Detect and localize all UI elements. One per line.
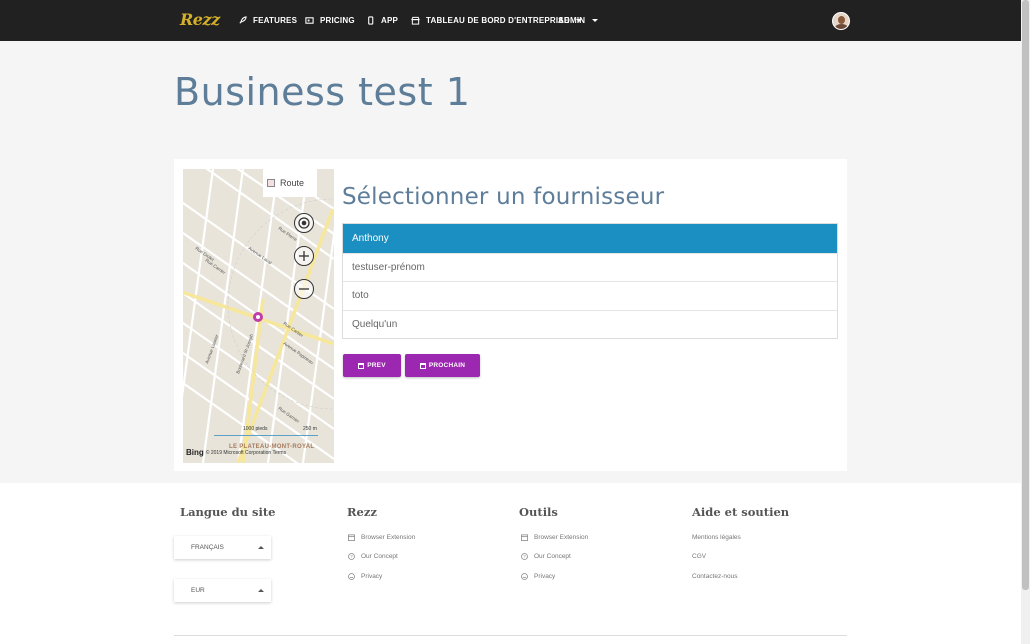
- footer-link-browser-extension[interactable]: Browser Extension: [521, 534, 588, 541]
- map-view[interactable]: Rue Drolet Rue Carrier Avenue Laval Rue …: [183, 169, 334, 463]
- nav-pricing-label: PRICING: [320, 16, 355, 25]
- caret-up-icon: [258, 589, 264, 592]
- tag-icon: [305, 16, 314, 25]
- footer-link-privacy[interactable]: Privacy: [348, 573, 382, 580]
- help-circle-icon: ?: [521, 553, 528, 560]
- supplier-option[interactable]: testuser-prénom: [343, 252, 837, 281]
- supplier-option[interactable]: toto: [343, 281, 837, 310]
- chevron-down-icon: [592, 19, 599, 22]
- nav-features-label: FEATURES: [253, 16, 298, 25]
- mobile-icon: [366, 16, 375, 25]
- footer-link-mentions-legales[interactable]: Mentions légales: [692, 534, 741, 541]
- map-scale-bar: [214, 435, 318, 436]
- smile-icon: [521, 573, 528, 580]
- footer-link-label: Privacy: [361, 573, 383, 580]
- nav-admin-label: ADMIN: [558, 16, 586, 25]
- map-streets: Rue Drolet Rue Carrier Avenue Laval Rue …: [183, 169, 334, 463]
- nav-features[interactable]: FEATURES: [238, 0, 297, 41]
- currency-select[interactable]: EUR: [174, 579, 271, 602]
- footer-heading-aide: Aide et soutien: [692, 505, 790, 519]
- supplier-list: Anthony testuser-prénom toto Quelqu'un: [342, 223, 838, 339]
- caret-up-icon: [258, 546, 264, 549]
- top-navbar: Rezz FEATURES PRICING APP TABLEAU DE BOR…: [0, 0, 1021, 41]
- footer-heading-outils: Outils: [519, 505, 558, 519]
- minus-icon: [299, 288, 309, 290]
- smile-icon: [348, 573, 355, 580]
- map-scale-meters: 250 m: [303, 426, 317, 432]
- footer-divider: [174, 635, 847, 636]
- bing-logo: Bing: [186, 448, 204, 457]
- store-icon: [411, 16, 420, 25]
- footer-heading-rezz: Rezz: [347, 505, 377, 519]
- nav-business-dashboard[interactable]: TABLEAU DE BORD D'ENTREPRISE: [411, 0, 583, 41]
- calendar-icon: [348, 534, 355, 541]
- next-button-label: PROCHAIN: [428, 362, 466, 369]
- rocket-icon: [238, 16, 247, 25]
- footer-link-privacy[interactable]: Privacy: [521, 573, 555, 580]
- calendar-icon: [419, 362, 426, 369]
- footer-link-our-concept[interactable]: ? Our Concept: [521, 553, 571, 560]
- calendar-icon: [358, 362, 365, 369]
- help-circle-icon: ?: [348, 553, 355, 560]
- nav-pricing[interactable]: PRICING: [305, 0, 355, 41]
- map-route-label: Route: [280, 178, 305, 188]
- map-route-toggle[interactable]: Route: [263, 169, 317, 197]
- target-icon: [298, 217, 310, 229]
- footer-link-label: Browser Extension: [361, 534, 416, 541]
- supplier-select-title: Sélectionner un fournisseur: [342, 184, 665, 210]
- footer-link-browser-extension[interactable]: Browser Extension: [348, 534, 415, 541]
- plus-icon: [299, 251, 309, 261]
- footer-link-label: Our Concept: [534, 553, 571, 560]
- footer-link-label: Browser Extension: [534, 534, 589, 541]
- page-scrollbar[interactable]: [1021, 0, 1030, 644]
- route-icon: [267, 179, 275, 187]
- supplier-option[interactable]: Anthony: [343, 224, 837, 253]
- zoom-out-button[interactable]: [294, 279, 314, 299]
- footer-link-label: Privacy: [534, 573, 556, 580]
- rezz-logo[interactable]: Rezz: [180, 10, 220, 29]
- nav-app[interactable]: APP: [366, 0, 398, 41]
- page-title: Business test 1: [174, 70, 471, 114]
- locate-me-button[interactable]: [294, 213, 314, 233]
- nav-admin[interactable]: ADMIN: [558, 0, 599, 41]
- prev-button-label: PREV: [367, 362, 386, 369]
- footer-heading-language: Langue du site: [180, 505, 276, 519]
- nav-app-label: APP: [381, 16, 399, 25]
- svg-text:?: ?: [350, 554, 353, 559]
- nav-business-dashboard-label: TABLEAU DE BORD D'ENTREPRISE: [426, 16, 570, 25]
- footer-link-our-concept[interactable]: ? Our Concept: [348, 553, 398, 560]
- zoom-in-button[interactable]: [294, 246, 314, 266]
- footer-link-contact[interactable]: Contactez-nous: [692, 573, 738, 580]
- prev-button[interactable]: PREV: [343, 354, 401, 377]
- user-avatar[interactable]: [832, 12, 850, 30]
- map-attribution: Bing © 2019 Microsoft Corporation Terms: [186, 448, 286, 457]
- map-scale-feet: 1000 pieds: [243, 426, 268, 432]
- footer: [0, 483, 1021, 644]
- map-attribution-text[interactable]: © 2019 Microsoft Corporation Terms: [206, 450, 286, 456]
- supplier-option[interactable]: Quelqu'un: [343, 309, 837, 338]
- language-select[interactable]: FRANÇAIS: [174, 536, 271, 559]
- footer-link-label: Our Concept: [361, 553, 398, 560]
- footer-link-cgv[interactable]: CGV: [692, 553, 706, 560]
- calendar-icon: [521, 534, 528, 541]
- svg-text:?: ?: [523, 554, 526, 559]
- scrollbar-thumb[interactable]: [1022, 0, 1029, 590]
- next-button[interactable]: PROCHAIN: [405, 354, 480, 377]
- currency-select-value: EUR: [191, 587, 205, 594]
- language-select-value: FRANÇAIS: [191, 544, 224, 551]
